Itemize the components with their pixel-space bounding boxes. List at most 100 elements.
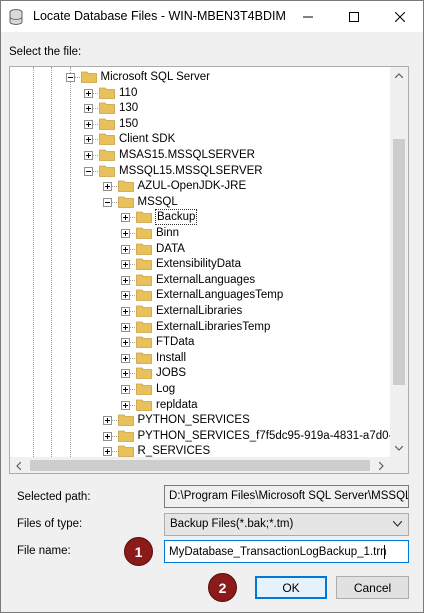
tree-node[interactable]: ExternalLanguages — [10, 272, 390, 288]
expand-icon[interactable] — [121, 307, 130, 316]
tree-node[interactable]: JOBS — [10, 365, 390, 381]
file-name-input[interactable] — [165, 541, 408, 562]
tree-node-label[interactable]: MSSQL — [138, 195, 178, 209]
scroll-up-button[interactable] — [390, 67, 408, 84]
file-tree[interactable]: Microsoft SQL Server 110 130 150 Client SDK M… — [10, 67, 390, 457]
collapse-icon[interactable] — [65, 73, 75, 82]
expand-icon[interactable] — [121, 369, 130, 379]
expand-icon[interactable] — [121, 213, 130, 223]
close-button[interactable] — [377, 1, 423, 32]
tree-node[interactable]: Install — [10, 350, 390, 366]
expand-icon[interactable] — [121, 291, 130, 301]
folder-icon — [136, 258, 152, 271]
tree-node[interactable]: Backup — [10, 209, 390, 226]
expand-icon[interactable] — [121, 229, 130, 238]
tree-node-label[interactable]: FTData — [156, 335, 194, 349]
tree-node-label[interactable]: PYTHON_SERVICES — [138, 413, 250, 427]
tree-node[interactable]: ExternalLibrariesTemp — [10, 319, 390, 335]
tree-node-label[interactable]: MSSQL15.MSSQLSERVER — [119, 164, 263, 178]
files-of-type-select[interactable]: Backup Files(*.bak;*.tm) — [164, 513, 409, 536]
tree-node-label[interactable]: Microsoft SQL Server — [101, 70, 211, 84]
tree-node[interactable]: PYTHON_SERVICES — [10, 412, 390, 428]
expand-icon[interactable] — [121, 338, 130, 348]
folder-icon — [99, 118, 115, 130]
expand-icon[interactable] — [121, 385, 130, 394]
tree-node-label[interactable]: 130 — [119, 101, 138, 115]
scroll-left-button[interactable] — [10, 457, 27, 473]
tree-node-label[interactable]: R_SERVICES — [138, 444, 211, 457]
tree-node-label[interactable]: ExtensibilityData — [156, 257, 241, 271]
tree-node-label[interactable]: ExternalLanguagesTemp — [156, 288, 283, 302]
tree-node[interactable]: DATA — [10, 241, 390, 257]
tree-node-label[interactable]: DATA — [156, 242, 185, 256]
tree-node-label[interactable]: JOBS — [156, 366, 186, 380]
tree-node[interactable]: FTData — [10, 334, 390, 350]
tree-node[interactable]: Log — [10, 381, 390, 397]
tree-node[interactable]: R_SERVICES — [10, 443, 390, 457]
expand-icon[interactable] — [84, 104, 93, 114]
chevron-down-icon — [393, 521, 402, 527]
tree-node[interactable]: Binn — [10, 225, 390, 241]
expand-icon[interactable] — [84, 151, 93, 160]
tree-node-label[interactable]: Client SDK — [119, 132, 175, 146]
expand-icon[interactable] — [121, 400, 130, 410]
scroll-right-button[interactable] — [373, 457, 390, 473]
folder-icon — [136, 243, 152, 255]
file-name-field[interactable] — [164, 540, 409, 563]
expand-icon[interactable] — [102, 431, 112, 441]
tree-node[interactable]: Client SDK — [10, 131, 390, 147]
tree-node[interactable]: ExtensibilityData — [10, 256, 390, 272]
scroll-down-button[interactable] — [390, 440, 408, 457]
vertical-scroll-thumb[interactable] — [393, 139, 405, 385]
horizontal-scroll-thumb[interactable] — [30, 460, 370, 471]
tree-node-label[interactable]: MSAS15.MSSQLSERVER — [119, 148, 255, 162]
tree-node[interactable]: AZUL-OpenJDK-JRE — [10, 178, 390, 194]
tree-node[interactable]: 150 — [10, 116, 390, 132]
tree-node-label[interactable]: Log — [156, 382, 175, 396]
tree-node[interactable]: 110 — [10, 85, 390, 101]
tree-node-label[interactable]: ExternalLibraries — [156, 304, 242, 318]
tree-node-label[interactable]: 150 — [119, 117, 138, 131]
expand-icon[interactable] — [102, 416, 112, 426]
tree-node[interactable]: ExternalLibraries — [10, 303, 390, 319]
vertical-scrollbar[interactable] — [390, 67, 408, 457]
tree-node-label[interactable]: AZUL-OpenJDK-JRE — [138, 179, 247, 193]
tree-node-label[interactable]: 110 — [119, 86, 137, 100]
tree-node[interactable]: 130 — [10, 100, 390, 116]
tree-node-label[interactable]: ExternalLibrariesTemp — [156, 320, 270, 334]
expand-icon[interactable] — [102, 182, 112, 192]
minimize-button[interactable] — [285, 1, 331, 32]
ok-button[interactable]: OK — [255, 576, 327, 599]
expand-icon[interactable] — [84, 119, 93, 129]
tree-node[interactable]: ExternalLanguagesTemp — [10, 287, 390, 303]
collapse-icon[interactable] — [102, 197, 112, 207]
folder-icon — [136, 321, 152, 333]
tree-node-label[interactable]: repldata — [156, 398, 198, 412]
tree-node-label[interactable]: ExternalLanguages — [156, 273, 255, 287]
tree-node[interactable]: MSSQL15.MSSQLSERVER — [10, 163, 390, 179]
expand-icon[interactable] — [84, 135, 93, 145]
tree-node-label[interactable]: PYTHON_SERVICES_f7f5dc95-919a-4831-a7d0-… — [138, 429, 391, 443]
tree-node[interactable]: MSAS15.MSSQLSERVER — [10, 147, 390, 163]
selected-path-value: D:\Program Files\Microsoft SQL Server\MS… — [169, 490, 409, 502]
expand-icon[interactable] — [121, 260, 130, 270]
expand-icon[interactable] — [102, 447, 112, 457]
expand-icon[interactable] — [121, 353, 130, 363]
tree-node-label[interactable]: Binn — [156, 226, 179, 240]
expand-icon[interactable] — [121, 322, 130, 332]
horizontal-scrollbar[interactable] — [10, 457, 390, 473]
tree-node[interactable]: Microsoft SQL Server — [10, 69, 390, 85]
cancel-button[interactable]: Cancel — [336, 576, 409, 599]
title-bar[interactable]: Locate Database Files - WIN-MBEN3T4BDIM — [1, 1, 423, 32]
tree-node-label[interactable]: Backup — [154, 209, 198, 226]
collapse-icon[interactable] — [84, 166, 93, 176]
tree-node[interactable]: repldata — [10, 397, 390, 413]
expand-icon[interactable] — [84, 88, 93, 98]
tree-node[interactable]: MSSQL — [10, 194, 390, 210]
tree-node-label[interactable]: Install — [156, 351, 186, 365]
maximize-button[interactable] — [331, 1, 377, 32]
expand-icon[interactable] — [121, 244, 130, 254]
selected-path-field[interactable]: D:\Program Files\Microsoft SQL Server\MS… — [164, 485, 409, 508]
expand-icon[interactable] — [121, 275, 130, 285]
tree-node[interactable]: PYTHON_SERVICES_f7f5dc95-919a-4831-a7d0-… — [10, 428, 390, 444]
